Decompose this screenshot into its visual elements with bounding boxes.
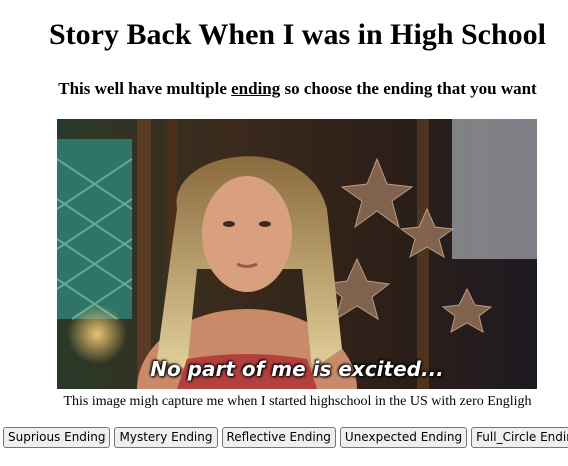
story-image-graphic bbox=[57, 119, 537, 389]
page-title: Story Back When I was in High School bbox=[48, 18, 547, 51]
subtitle-underlined-word: ending bbox=[231, 79, 281, 98]
unexpected-ending-button[interactable]: Unexpected Ending bbox=[339, 427, 468, 448]
subtitle-text-after: so choose the ending that you want bbox=[280, 79, 537, 98]
reflective-ending-button[interactable]: Reflective Ending bbox=[221, 427, 336, 448]
page-subtitle: This well have multiple ending so choose… bbox=[0, 79, 568, 99]
ending-buttons: Suprious Ending Mystery Ending Reflectiv… bbox=[3, 427, 568, 448]
full-circle-ending-button[interactable]: Full_Circle Ending bbox=[471, 427, 568, 448]
subtitle-text-before: This well have multiple bbox=[58, 79, 232, 98]
mystery-ending-button[interactable]: Mystery Ending bbox=[114, 427, 218, 448]
story-image: No part of me is excited... bbox=[57, 119, 537, 389]
suprious-ending-button[interactable]: Suprious Ending bbox=[3, 427, 111, 448]
image-overlay-caption: No part of me is excited... bbox=[150, 357, 444, 381]
image-caption: This image migh capture me when I starte… bbox=[63, 394, 532, 409]
